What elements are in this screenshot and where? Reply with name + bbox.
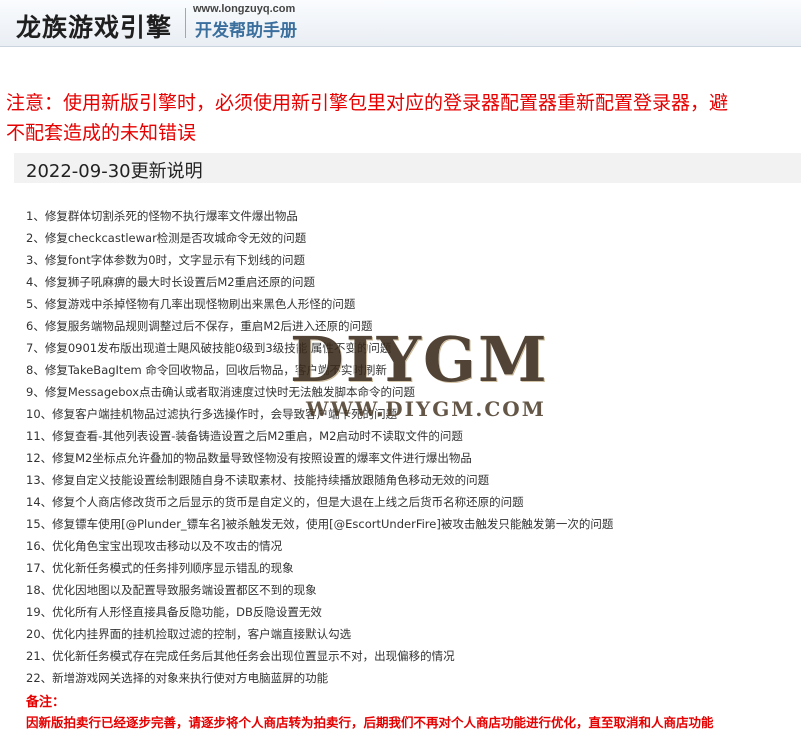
notice-warning: 注意：使用新版引擎时，必须使用新引擎包里对应的登录器配置器重新配置登录器，避 不… [6, 88, 801, 148]
changelog-item: 14、修复个人商店修改货币之后显示的货币是自定义的，但是大退在上线之后货币名称还… [26, 495, 524, 509]
changelog-item: 11、修复查看-其他列表设置-装备铸造设置之后M2重启，M2启动时不读取文件的问… [26, 429, 463, 443]
changelog-item: 20、优化内挂界面的挂机捡取过滤的控制，客户端直接默认勾选 [26, 627, 352, 641]
changelog-item: 7、修复0901发布版出现道士飓风破技能0级到3级技能 属性不变的问题 [26, 341, 392, 355]
changelog-list: 1、修复群体切割杀死的怪物不执行爆率文件爆出物品 2、修复checkcastle… [26, 205, 613, 689]
changelog-item: 4、修复狮子吼麻痹的最大时长设置后M2重启还原的问题 [26, 275, 316, 289]
site-logo[interactable]: 龙族游戏引擎 [16, 8, 172, 44]
changelog-item: 13、修复自定义技能设置绘制跟随自身不读取素材、技能持续播放跟随角色移动无效的问… [26, 473, 490, 487]
changelog-item: 8、修复TakeBagItem 命令回收物品，回收后物品，客户端不实时刷新 [26, 363, 387, 377]
changelog-item: 21、优化新任务模式存在完成任务后其他任务会出现位置显示不对，出现偏移的情况 [26, 649, 455, 663]
changelog-item: 6、修复服务端物品规则调整过后不保存，重启M2后进入还原的问题 [26, 319, 373, 333]
notice-line-2: 不配套造成的未知错误 [6, 122, 197, 144]
changelog-item: 1、修复群体切割杀死的怪物不执行爆率文件爆出物品 [26, 209, 298, 223]
changelog-item: 3、修复font字体参数为0时，文字显示有下划线的问题 [26, 253, 306, 267]
notice-line-1: 注意：使用新版引擎时，必须使用新引擎包里对应的登录器配置器重新配置登录器，避 [6, 92, 729, 114]
changelog-item: 5、修复游戏中杀掉怪物有几率出现怪物刷出来黑色人形怪的问题 [26, 297, 356, 311]
changelog-item: 22、新增游戏网关选择的对象来执行使对方电脑蓝屏的功能 [26, 671, 329, 685]
changelog-item: 2、修复checkcastlewar检测是否攻城命令无效的问题 [26, 231, 307, 245]
changelog-item: 9、修复Messagebox点击确认或者取消速度过快时无法触发脚本命令的问题 [26, 385, 416, 399]
section-title: 2022-09-30更新说明 [26, 161, 203, 182]
changelog-item: 10、修复客户端挂机物品过滤执行多选操作时，会导致客户端卡死的问题 [26, 407, 398, 421]
changelog-item: 17、优化新任务模式的任务排列顺序显示错乱的现象 [26, 561, 294, 575]
changelog-item: 16、优化角色宝宝出现攻击移动以及不攻击的情况 [26, 539, 283, 553]
changelog-item: 12、修复M2坐标点允许叠加的物品数量导致怪物没有按照设置的爆率文件进行爆出物品 [26, 451, 472, 465]
site-header: 龙族游戏引擎 www.longzuyq.com 开发帮助手册 [0, 0, 801, 47]
site-url[interactable]: www.longzuyq.com [193, 3, 295, 15]
changelog-item: 18、优化因地图以及配置导致服务端设置都区不到的现象 [26, 583, 317, 597]
site-subtitle: 开发帮助手册 [195, 21, 297, 41]
remark-label: 备注： [26, 695, 66, 710]
changelog-item: 19、优化所有人形怪直接具备反隐功能，DB反隐设置无效 [26, 605, 322, 619]
logo-divider [185, 8, 186, 38]
changelog-item: 15、修复镖车使用[@Plunder_镖车名]被杀触发无效，使用[@Escort… [26, 517, 614, 531]
remark-text: 因新版拍卖行已经逐步完善，请逐步将个人商店转为拍卖行，后期我们不再对个人商店功能… [26, 715, 714, 730]
section-title-bar: 2022-09-30更新说明 [14, 153, 801, 183]
